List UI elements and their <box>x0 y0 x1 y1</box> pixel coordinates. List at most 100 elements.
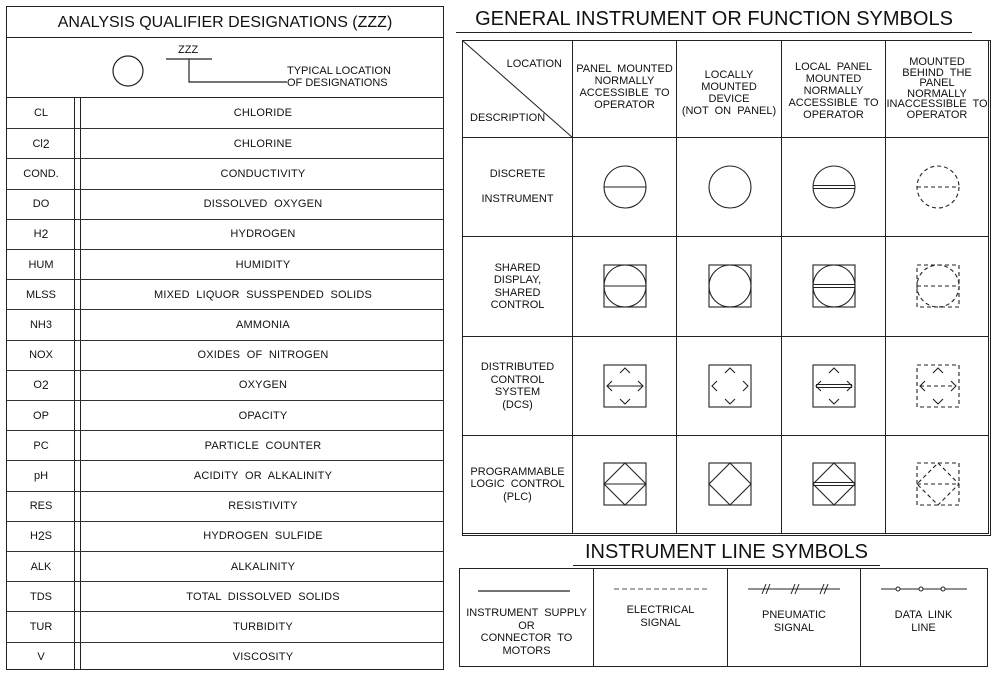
qualifier-description: CHLORINE <box>233 137 293 150</box>
qualifier-code: Cl 2 <box>7 129 75 158</box>
symbol-circle-local-icon <box>707 164 752 209</box>
header-line: DEVICE <box>708 93 750 105</box>
qualifier-description: HYDROGEN SULFIDE <box>203 530 323 543</box>
label-line: INSTRUMENT SUPPLY <box>466 607 587 619</box>
dcs-arrowhead-icon <box>619 366 631 373</box>
header-line: LOCALLY <box>704 69 754 81</box>
dcs-arrowhead-icon <box>828 398 840 405</box>
code-text: OP <box>33 409 49 422</box>
qualifier-code: O2 <box>7 371 75 400</box>
symbol-cell <box>886 337 989 436</box>
symbol-cell <box>782 138 886 237</box>
code-text: RES <box>29 500 53 513</box>
symbol-cell <box>886 436 989 534</box>
dcs-arrowhead-icon <box>710 380 717 391</box>
row-header: SHARED DISPLAY, SHARED CONTROL <box>463 237 573 337</box>
header-line: MOUNTED <box>909 56 965 68</box>
symbol-cell <box>677 436 782 534</box>
code-text: COND. <box>23 167 59 180</box>
qualifier-description: OXIDES OF NITROGEN <box>197 349 329 362</box>
line-symbol-label: PNEUMATIC SIGNAL <box>728 609 860 634</box>
table-row: DO DISSOLVED OXYGEN <box>7 188 443 219</box>
row-header-line: CONTROL <box>490 373 545 386</box>
table-row: NH3 AMMONIA <box>7 309 443 339</box>
qualifier-description: TURBIDITY <box>233 620 293 633</box>
qualifier-code: CL <box>7 98 75 128</box>
corner-header-cell: LOCATION DESCRIPTION <box>462 40 574 139</box>
header-line: OPERATOR <box>594 99 655 111</box>
dcs-square-icon <box>707 363 752 408</box>
column-header-local: LOCALLY MOUNTED DEVICE (NOT ON PANEL) <box>677 41 782 138</box>
line-symbol-label: DATA LINK LINE <box>861 609 986 634</box>
symbol-dcs-local-icon <box>707 363 752 408</box>
qualifier-description: HYDROGEN <box>230 228 296 241</box>
symbol-cell <box>782 237 886 337</box>
plc-square-icon <box>707 462 752 506</box>
row-header-line: DISCRETE <box>489 168 546 180</box>
symbol-circle-local-panel-icon <box>812 164 856 209</box>
qualifier-description: CONDUCTIVITY <box>220 167 306 180</box>
code-text: DO <box>32 198 50 211</box>
row-header-line: PROGRAMMABLE <box>470 465 565 478</box>
row-header: PROGRAMMABLE LOGIC CONTROL (PLC) <box>463 436 573 534</box>
qualifier-code: OP <box>7 401 75 430</box>
header-line: LOCAL PANEL <box>794 61 873 73</box>
table-row: PC PARTICLE COUNTER <box>7 430 443 460</box>
symbol-circle-in-square-local-panel-icon <box>812 264 856 308</box>
qualifier-code: PC <box>7 431 75 460</box>
column-header-local-panel: LOCAL PANEL MOUNTED NORMALLY ACCESSIBLE TO O… <box>782 41 886 138</box>
symbol-cell <box>573 337 677 436</box>
label-line: CONNECTOR TO <box>480 632 573 644</box>
qualifier-code: TDS <box>7 582 75 611</box>
qualifier-description: MIXED LIQUOR SUSSPENDED SOLIDS <box>153 288 373 301</box>
symbol-cell <box>886 237 989 337</box>
qualifier-description: RESISTIVITY <box>228 500 298 513</box>
qualifier-code: H2S <box>7 522 75 551</box>
dcs-arrowhead-icon <box>828 366 840 373</box>
qualifier-description: OXYGEN <box>238 379 288 392</box>
dashed-line-icon <box>614 588 710 590</box>
code-text: ALK <box>30 560 52 573</box>
code-text: MLSS <box>26 288 56 301</box>
row-header-line: SHARED <box>494 286 541 299</box>
qualifier-description: CHLORIDE <box>233 107 293 120</box>
qualifier-code: DO <box>7 190 75 219</box>
table-row: pH ACIDITY OR ALKALINITY <box>7 460 443 490</box>
table-row: H 2 HYDROGEN <box>7 218 443 249</box>
row-header-line: (DCS) <box>502 398 533 411</box>
symbol-cell <box>573 436 677 534</box>
line-symbol-hatched: PNEUMATIC SIGNAL <box>728 569 861 666</box>
line-symbols-table: INSTRUMENT SUPPLY OR CONNECTOR TO MOTORS ELE… <box>459 568 988 667</box>
leader-line <box>188 59 287 83</box>
dcs-arrowhead-icon <box>846 380 853 391</box>
label-line: OR <box>518 619 535 632</box>
code-tail: S <box>44 530 52 543</box>
dcs-square-icon <box>812 363 856 408</box>
qualifier-code: NH3 <box>7 310 75 339</box>
code-text: O <box>33 379 42 392</box>
symbol-dcs-panel-icon <box>603 363 647 408</box>
note-line-2: OF DESIGNATIONS <box>287 77 388 89</box>
code-text: PC <box>33 439 49 452</box>
qualifier-description: PARTICLE COUNTER <box>204 439 322 452</box>
dcs-arrowhead-icon <box>619 398 631 405</box>
row-header-line: DISTRIBUTED <box>480 361 555 373</box>
qualifier-code: RES <box>7 492 75 521</box>
code-text: H <box>30 530 38 543</box>
label-line: DATA LINK <box>894 609 953 621</box>
symbol-cell <box>677 237 782 337</box>
line-symbol-circles: DATA LINK LINE <box>861 569 986 666</box>
header-line: MOUNTED <box>805 73 862 85</box>
row-header: DISCRETE INSTRUMENT <box>463 138 573 237</box>
code-text: V <box>37 651 45 664</box>
location-label: LOCATION <box>506 58 562 70</box>
header-line: OPERATOR <box>906 108 968 121</box>
column-header-behind-panel: MOUNTED BEHIND THE PANEL NORMALLY INACCESSIB… <box>886 41 989 138</box>
symbol-circle-panel-icon <box>603 164 647 209</box>
symbol-circle-in-square-local-icon <box>707 264 752 308</box>
qualifier-description: ACIDITY OR ALKALINITY <box>193 469 333 482</box>
qualifier-description: ALKALINITY <box>230 560 296 573</box>
shared-display-circle-icon <box>812 264 856 308</box>
plc-diamond-icon <box>812 462 856 506</box>
instrument-bubble-icon <box>112 55 144 87</box>
